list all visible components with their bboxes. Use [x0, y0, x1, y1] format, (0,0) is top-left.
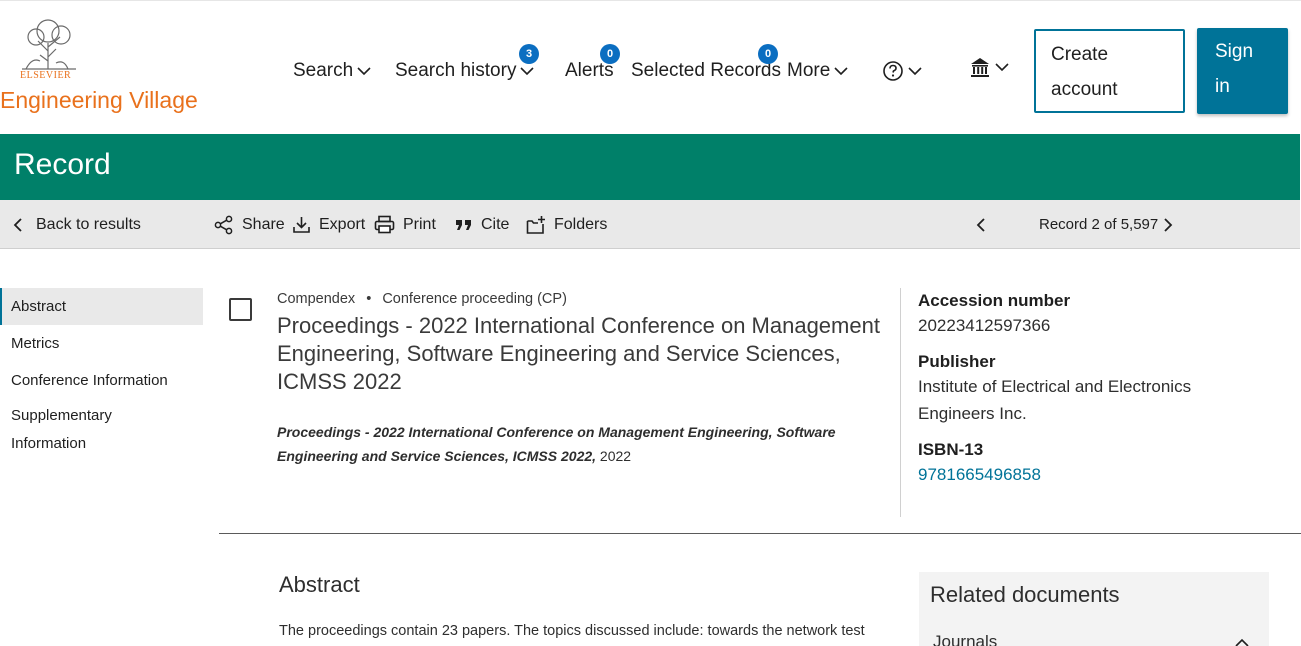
chevron-down-icon [995, 63, 1009, 72]
record-banner: Record [0, 134, 1300, 200]
printer-icon [374, 215, 395, 234]
back-to-results-label: Back to results [36, 215, 141, 233]
isbn-link[interactable]: 9781665496858 [918, 461, 1288, 488]
sign-in-button[interactable]: Sign in [1197, 28, 1288, 114]
export-label: Export [319, 215, 366, 233]
cite-label: Cite [481, 215, 510, 233]
source-title: Proceedings - 2022 International Confere… [277, 424, 836, 464]
isbn-label: ISBN-13 [918, 440, 984, 459]
nav-selected-records[interactable]: Selected Records [631, 57, 781, 85]
sidenav-label-line2: Information [11, 435, 87, 452]
folders-label: Folders [554, 215, 608, 233]
record-toolbar: Back to results Share Export Print Cite [0, 200, 1300, 249]
cite-button[interactable]: Cite [455, 200, 509, 249]
engineering-village-logo[interactable]: ELSEVIER Engineering Village [0, 15, 200, 115]
document-title: Proceedings - 2022 International Confere… [277, 313, 880, 394]
record-position-label: Record 2 of 5,597 [1039, 216, 1159, 233]
selected-records-count-badge: 0 [758, 44, 778, 64]
create-account-button[interactable]: Create account [1034, 29, 1185, 113]
download-icon [293, 217, 310, 233]
previous-record-button[interactable] [975, 200, 995, 249]
elsevier-tree-icon [22, 19, 76, 70]
search-history-count-badge: 3 [519, 44, 539, 64]
abstract-heading: Abstract [279, 572, 360, 597]
abstract-text: The proceedings contain 23 papers. The t… [279, 623, 865, 639]
publisher-value-line1: Institute of Electrical and Electronics [918, 377, 1192, 396]
chevron-down-icon [908, 67, 922, 76]
chevron-down-icon [834, 67, 848, 76]
chevron-left-icon [13, 217, 22, 232]
record-meta: Compendex • Conference proceeding (CP) [277, 291, 567, 307]
share-button[interactable]: Share [214, 200, 285, 249]
publisher-value-line2: Engineers Inc. [918, 404, 1027, 423]
folders-button[interactable]: Folders [526, 200, 607, 249]
create-account-label-line1: Create [1051, 44, 1109, 65]
source-year: 2022 [599, 448, 632, 464]
record-details: Accession number 20223412597366 Publishe… [918, 290, 1288, 488]
export-button[interactable]: Export [292, 200, 365, 249]
chevron-down-icon [520, 67, 535, 76]
nav-search-label: Search [293, 60, 354, 81]
print-label: Print [403, 215, 436, 233]
product-name: Engineering Village [0, 87, 198, 113]
create-account-label-line2: account [1051, 79, 1118, 100]
record-position: Record 2 of 5,597 [1039, 200, 1158, 249]
chevron-left-icon [976, 217, 985, 232]
nav-more[interactable]: More [787, 57, 848, 85]
sidenav-label-line1: Supplementary [11, 407, 112, 424]
print-button[interactable]: Print [374, 200, 436, 249]
sidenav-item-supplementary-information[interactable]: Supplementary Information [0, 402, 203, 458]
column-divider [900, 288, 901, 517]
page-title: Record [14, 148, 111, 181]
accession-number-value: 20223412597366 [918, 316, 1051, 335]
chevron-right-icon [1164, 217, 1173, 232]
related-documents-heading: Related documents [930, 582, 1120, 607]
nav-selected-records-label: Selected Records [631, 60, 781, 81]
related-documents-panel: Related documents Journals [919, 572, 1269, 646]
share-icon [214, 215, 233, 234]
quote-icon [456, 219, 471, 230]
sidenav-item-conference-information[interactable]: Conference Information [0, 366, 203, 396]
back-to-results-button[interactable]: Back to results [12, 200, 141, 249]
next-record-button[interactable] [1162, 200, 1182, 249]
bullet-separator: • [366, 291, 372, 307]
elsevier-wordmark: ELSEVIER [20, 70, 72, 81]
database-name: Compendex [277, 291, 356, 307]
chevron-up-icon[interactable] [1235, 638, 1249, 646]
share-label: Share [242, 215, 285, 233]
related-journals-toggle[interactable]: Journals [933, 632, 997, 646]
chevron-down-icon [357, 67, 371, 76]
publisher-label: Publisher [918, 352, 996, 371]
document-type: Conference proceeding (CP) [382, 291, 567, 307]
section-divider [219, 533, 1301, 534]
nav-search[interactable]: Search [293, 57, 371, 85]
sign-in-label-line2: in [1215, 76, 1230, 97]
record-section-nav: Abstract Metrics Conference Information … [0, 288, 203, 458]
nav-institution[interactable] [969, 53, 1009, 81]
site-header: ELSEVIER Engineering Village Search Sear… [0, 0, 1301, 134]
institution-icon [971, 58, 989, 77]
nav-search-history-label: Search history [395, 60, 517, 81]
nav-search-history[interactable]: Search history [395, 57, 535, 85]
alerts-count-badge: 0 [600, 44, 620, 64]
folder-add-icon [526, 215, 545, 234]
accession-number-label: Accession number [918, 291, 1071, 310]
nav-help[interactable] [882, 57, 922, 85]
source-citation: Proceedings - 2022 International Confere… [277, 420, 877, 468]
help-circle-icon [883, 61, 903, 81]
sidenav-item-metrics[interactable]: Metrics [0, 329, 203, 359]
select-record-checkbox[interactable] [229, 298, 252, 321]
sidenav-item-abstract[interactable]: Abstract [0, 288, 203, 325]
nav-more-label: More [787, 60, 831, 81]
sign-in-label-line1: Sign [1215, 41, 1254, 62]
